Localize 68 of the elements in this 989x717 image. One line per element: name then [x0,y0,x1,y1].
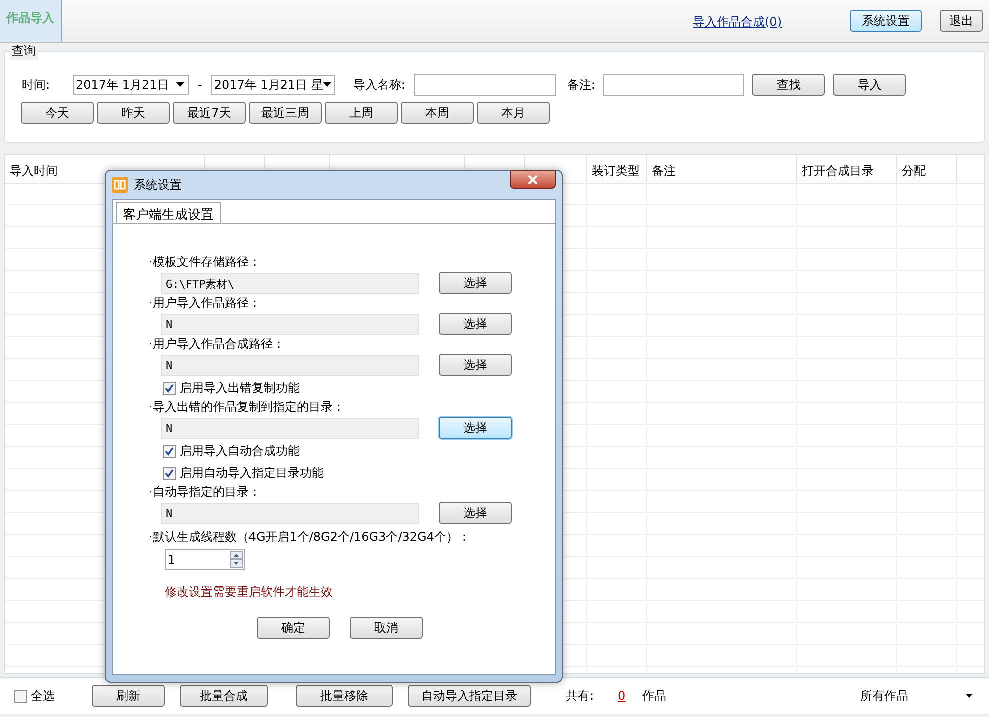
dropdown-icon[interactable] [176,82,185,88]
date-picker[interactable]: 2017年 1月21日 星 [211,75,336,95]
column-header: 打开合成目录 [797,155,897,183]
date-range-button[interactable]: 本月 [477,102,550,124]
action-button[interactable]: 批量合成 [180,685,268,707]
separator-text: - [198,78,202,92]
time-label: 时间: [22,76,52,94]
import-link[interactable]: 导入作品合成(0) [693,14,782,42]
browse-button[interactable]: 选择 [439,272,512,294]
unit-label: 作品 [642,688,667,704]
action-button[interactable]: 自动导入指定目录 [408,685,531,707]
note-field[interactable] [603,74,744,96]
path-field[interactable]: N [161,502,419,524]
note-label: 备注: [567,76,596,94]
browse-button[interactable]: 选择 [439,313,512,335]
date-range-button[interactable]: 最近三周 [249,102,322,124]
path-field[interactable]: N [161,314,419,334]
dropdown-icon[interactable] [323,82,332,88]
checkbox-label: 启用导入出错复制功能 [180,380,300,396]
checkbox-label: 启用自动导入指定目录功能 [180,464,324,482]
close-icon[interactable] [528,174,538,184]
checkbox-label: 全选 [31,688,56,704]
name-field[interactable] [414,74,556,96]
number-spinner[interactable]: 1 [165,549,245,570]
column-header: 备注 [647,155,797,183]
cancel-button[interactable]: 取消 [350,617,423,639]
name-label: 导入名称: [353,76,406,94]
checkbox[interactable] [163,466,176,480]
search-button[interactable]: 查找 [752,74,826,96]
select-all-checkbox[interactable] [14,690,27,702]
app-logo-icon [112,177,128,193]
path-field[interactable]: N [161,418,419,438]
import-button[interactable]: 导入 [833,74,906,96]
action-button[interactable]: 批量移除 [296,685,393,707]
ok-button[interactable]: 确定 [257,617,330,639]
action-button[interactable]: 刷新 [92,685,165,707]
group-title: 查询 [10,43,38,60]
date-range-button[interactable]: 上周 [325,102,398,124]
checkbox[interactable] [163,382,176,394]
field-label: ·模板文件存储路径： [149,254,262,271]
path-field[interactable]: G:\FTP素材\ [161,272,419,294]
date-range-button[interactable]: 最近7天 [173,102,246,124]
date-range-button[interactable]: 昨天 [97,102,170,124]
dropdown-icon[interactable] [966,694,973,698]
checkbox[interactable] [163,444,176,458]
browse-button[interactable]: 选择 [439,502,512,524]
settings-tab[interactable]: 客户端生成设置 [116,202,221,223]
column-header: 装订类型 [587,155,647,183]
field-label: ·导入出错的作品复制到指定的目录： [149,399,346,416]
date-range-button[interactable]: 本周 [401,102,474,124]
total-count[interactable]: 0 [618,689,626,703]
close-button[interactable] [510,170,556,189]
field-label: ·自动导指定的目录： [149,484,262,501]
field-label: ·用户导入作品合成路径： [149,336,286,353]
field-label: ·默认生成线程数（4G开启1个/8G2个/16G3个/32G4个）： [149,529,472,546]
browse-button[interactable]: 选择 [439,354,512,376]
path-field[interactable]: N [161,354,419,376]
total-label: 共有: [566,688,594,704]
browse-button[interactable]: 选择 [439,417,512,439]
checkbox-label: 启用导入自动合成功能 [180,442,300,460]
restart-notice: 修改设置需要重启软件才能生效 [165,584,334,601]
date-picker[interactable]: 2017年 1月21日 [73,75,189,95]
date-range-button[interactable]: 今天 [21,102,94,124]
filter-dropdown[interactable]: 所有作品 [860,688,961,704]
column-header: 分配 [897,155,957,183]
field-label: ·用户导入作品路径： [149,295,262,312]
settings-button[interactable]: 系统设置 [850,10,922,32]
exit-button[interactable]: 退出 [940,10,983,32]
